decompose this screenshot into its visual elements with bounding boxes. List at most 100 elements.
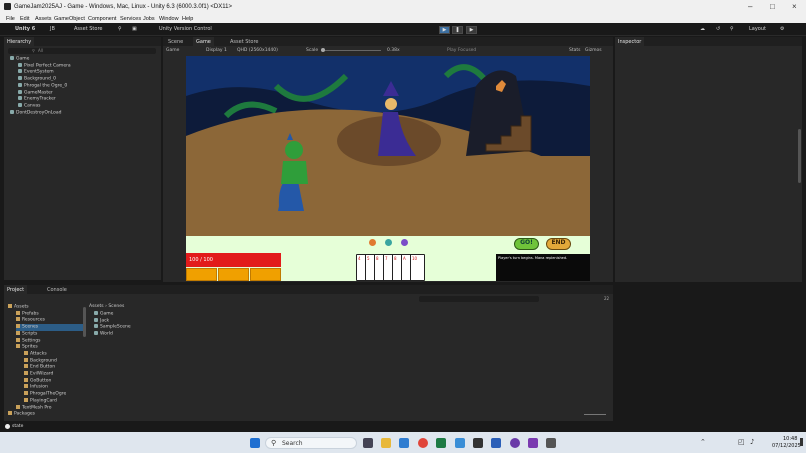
user-dropdown[interactable]: JB	[50, 26, 55, 32]
history-icon[interactable]: ↺	[716, 26, 720, 32]
minimize-icon[interactable]: –	[748, 2, 752, 11]
file-explorer-icon[interactable]	[381, 438, 391, 448]
pause-button[interactable]: ❚	[452, 26, 463, 34]
infusion-orb-purple[interactable]	[401, 239, 408, 246]
project-item-count: 22	[604, 296, 610, 301]
resolution-dropdown[interactable]: QHD (2560x1440)	[237, 48, 278, 53]
menu-services[interactable]: Services	[120, 16, 141, 22]
breadcrumb-scenes[interactable]: Scenes	[108, 304, 124, 309]
excel-icon[interactable]	[436, 438, 446, 448]
tab-scene[interactable]: Scene	[165, 37, 186, 46]
folder-icon	[24, 377, 28, 382]
menu-component[interactable]: Component	[88, 16, 116, 22]
scale-value: 0.38x	[387, 48, 400, 53]
notifications-icon[interactable]	[800, 438, 803, 446]
tab-game[interactable]: Game	[193, 37, 214, 46]
settings-icon[interactable]: ⚙	[780, 26, 784, 32]
tray-chevron-icon[interactable]: ⌃	[700, 438, 706, 446]
clock-date[interactable]: 07/12/2025	[772, 443, 801, 449]
cloud-icon[interactable]: ☁	[700, 26, 705, 32]
card-rank: 4	[358, 256, 361, 261]
tab-hierarchy[interactable]: Hierarchy	[4, 37, 35, 46]
icon-size-slider[interactable]	[584, 414, 606, 415]
unity-account-button[interactable]: Unity 6	[15, 26, 35, 32]
hierarchy-item[interactable]: DontDestroyOnLoad	[10, 109, 62, 117]
menu-gameobject[interactable]: GameObject	[54, 16, 85, 22]
folder-icon	[16, 337, 20, 342]
taskview-icon[interactable]	[363, 438, 373, 448]
obs-icon[interactable]	[510, 438, 520, 448]
search-icon[interactable]: ⚲	[730, 26, 734, 32]
project-folder-label: Infusion	[30, 384, 48, 390]
hierarchy-search-input[interactable]: All	[38, 48, 43, 53]
hierarchy-item-label: DontDestroyOnLoad	[16, 110, 62, 116]
go-button-label: GO!	[520, 239, 533, 246]
gizmos-dropdown[interactable]: Gizmos	[585, 48, 602, 53]
tab-asset-store[interactable]: Asset Store	[227, 37, 261, 46]
stats-button[interactable]: Stats	[569, 48, 581, 53]
menu-jobs[interactable]: Jobs	[143, 16, 155, 22]
status-bar: state	[0, 422, 806, 432]
project-folder-label: Attacks	[30, 351, 47, 357]
project-search[interactable]	[419, 296, 539, 302]
breadcrumb-assets[interactable]: Assets	[89, 304, 104, 309]
folder-icon	[24, 384, 28, 389]
menu-window[interactable]: Window	[159, 16, 179, 22]
project-file-item[interactable]: World	[94, 331, 113, 338]
folder-icon	[24, 397, 28, 402]
project-folder-item[interactable]: Packages	[8, 411, 84, 418]
play-button[interactable]: ▶	[439, 26, 450, 34]
infusion-orb-teal[interactable]	[385, 239, 392, 246]
taskbar-search-input[interactable]: Search	[282, 440, 303, 447]
playing-card[interactable]: 10	[410, 254, 425, 281]
volume-icon[interactable]: ♪	[750, 438, 754, 446]
maximize-icon[interactable]: □	[770, 2, 775, 11]
cloud-app-icon[interactable]	[455, 438, 465, 448]
hierarchy-item-label: GameMaster	[24, 90, 53, 95]
close-icon[interactable]: ×	[792, 2, 797, 11]
hierarchy-panel: Hierarchy ⚲ All Game Pixel Perfect Camera…	[4, 37, 161, 280]
clock-time[interactable]: 10:48	[783, 436, 797, 442]
menu-help[interactable]: Help	[182, 16, 193, 22]
inspector-scrollbar[interactable]	[798, 129, 801, 183]
scale-slider-handle[interactable]	[321, 48, 325, 52]
project-folder-label: Settings	[22, 338, 41, 343]
game-viewport[interactable]: 100 / 100 GO! END 4 5 8 7 8 A 10 Player's turn…	[186, 56, 590, 281]
tab-project[interactable]: Project	[4, 285, 28, 294]
hierarchy-item-label: EnemyTracker	[24, 96, 56, 102]
layout-dropdown[interactable]: Layout	[749, 26, 766, 32]
project-file-label: World	[100, 331, 113, 337]
menu-file[interactable]: File	[6, 16, 15, 22]
go-button[interactable]: GO!	[514, 238, 539, 250]
tab-console[interactable]: Console	[44, 285, 70, 294]
version-control-dropdown[interactable]: Unity Version Control	[159, 26, 212, 32]
scale-slider[interactable]	[321, 50, 381, 51]
project-file-label: Game	[100, 311, 114, 317]
unity-editor-icon[interactable]	[546, 438, 556, 448]
package-icon[interactable]: ▣	[132, 26, 137, 32]
chrome-icon[interactable]	[418, 438, 428, 448]
scene-file-icon	[94, 331, 98, 336]
tab-inspector[interactable]: Inspector	[615, 37, 645, 46]
step-button[interactable]: ▶	[466, 26, 477, 34]
menu-edit[interactable]: Edit	[20, 16, 29, 22]
store-icon[interactable]	[399, 438, 409, 448]
unity-hub-icon[interactable]	[473, 438, 483, 448]
hierarchy-search[interactable]: ⚲ All	[8, 48, 156, 54]
word-icon[interactable]	[491, 438, 501, 448]
gameobject-icon	[18, 82, 22, 87]
infusion-orb-orange[interactable]	[369, 239, 376, 246]
project-tree-scrollbar[interactable]	[83, 307, 86, 337]
asset-store-button[interactable]: Asset Store	[74, 26, 102, 32]
end-button[interactable]: END	[546, 238, 571, 250]
play-focused-dropdown[interactable]: Play Focused	[447, 48, 476, 53]
start-icon[interactable]	[250, 438, 260, 448]
display-dropdown[interactable]: Display 1	[206, 48, 227, 53]
visual-studio-icon[interactable]	[528, 438, 538, 448]
taskbar-search[interactable]: ⚲ Search	[265, 437, 357, 449]
wifi-icon[interactable]: ◰	[738, 438, 745, 446]
gameobject-icon	[18, 69, 22, 74]
search-icon[interactable]: ⚲	[118, 26, 122, 32]
menu-assets[interactable]: Assets	[35, 16, 52, 22]
game-mode-dropdown[interactable]: Game	[166, 48, 179, 53]
